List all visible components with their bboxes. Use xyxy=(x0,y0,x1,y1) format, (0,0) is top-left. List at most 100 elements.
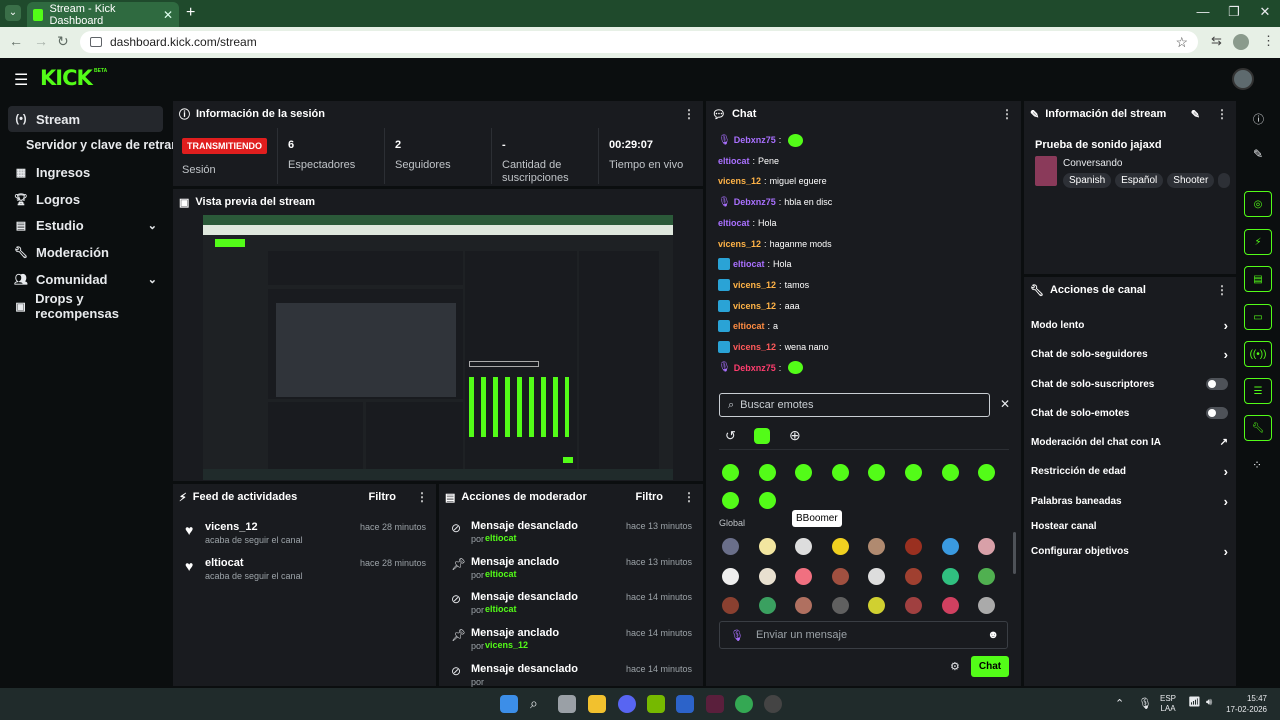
chat-username[interactable]: Debxnz75 xyxy=(734,135,776,145)
emote-item[interactable] xyxy=(722,464,739,481)
rail-broadcast-icon[interactable]: ((•)) xyxy=(1244,341,1272,367)
emote-item[interactable] xyxy=(831,538,849,555)
emote-item[interactable] xyxy=(722,492,739,509)
emote-item[interactable] xyxy=(941,597,959,614)
tag[interactable]: Spanish xyxy=(1063,173,1112,188)
sidebar-item-stream[interactable]: (•) Stream xyxy=(8,106,163,132)
chat-username[interactable]: vicens_12 xyxy=(733,301,776,311)
chat-message-input[interactable]: 🎙︎ Enviar un mensaje ☻ xyxy=(719,621,1008,649)
chat-username[interactable]: vicens_12 xyxy=(718,176,761,186)
address-bar[interactable]: dashboard.kick.com/stream ☆ xyxy=(80,31,1198,53)
close-window-icon[interactable]: ✕ xyxy=(1250,4,1280,20)
channel-action-row[interactable]: Chat de solo-seguidores › xyxy=(1031,345,1228,363)
info-icon[interactable]: ⓘ xyxy=(1253,111,1264,127)
hamburger-menu-icon[interactable]: ☰ xyxy=(14,70,28,90)
close-icon[interactable]: ✕ xyxy=(1000,397,1010,411)
wifi-icon[interactable]: 📶︎ xyxy=(1188,697,1201,708)
tag[interactable]: Español xyxy=(1115,173,1164,188)
obs-icon[interactable] xyxy=(764,695,782,713)
windows-start-icon[interactable] xyxy=(500,695,518,713)
chat-send-button[interactable]: Chat xyxy=(971,656,1009,677)
channel-action-row[interactable]: Hostear canal xyxy=(1031,517,1228,535)
emote-scrollbar[interactable] xyxy=(1013,532,1016,574)
language-indicator[interactable]: ESP LAA xyxy=(1160,694,1176,714)
activity-user[interactable]: vicens_12 xyxy=(205,521,258,533)
maximize-icon[interactable]: ❐ xyxy=(1219,4,1249,20)
kebab-menu-icon[interactable]: ⋮ xyxy=(683,490,695,504)
microphone-tray-icon[interactable]: 🎙︎ xyxy=(1138,697,1152,710)
modaction-user[interactable]: vicens_12 xyxy=(485,640,528,650)
tab-close-icon[interactable]: ✕ xyxy=(163,8,173,22)
new-tab-icon[interactable]: + xyxy=(186,4,195,22)
emote-item[interactable] xyxy=(831,464,849,481)
emote-item[interactable] xyxy=(905,568,922,585)
channel-action-row[interactable]: Chat de solo-suscriptores xyxy=(1031,375,1228,393)
emote-item[interactable] xyxy=(905,597,922,614)
kebab-menu-icon[interactable]: ⋮ xyxy=(416,490,428,504)
channel-action-row[interactable]: Configurar objetivos › xyxy=(1031,542,1228,560)
kebab-menu-icon[interactable]: ⋮ xyxy=(683,107,695,121)
profile-avatar[interactable] xyxy=(1233,34,1249,50)
channel-action-row[interactable]: Modo lento › xyxy=(1031,316,1228,334)
stream-preview-video[interactable] xyxy=(203,215,673,480)
kebab-menu-icon[interactable]: ⋮ xyxy=(1216,107,1228,121)
reload-icon[interactable]: ↻ xyxy=(57,33,69,50)
emote-item[interactable] xyxy=(722,597,739,614)
channel-action-row[interactable]: Moderación del chat con IA ↗ xyxy=(1031,433,1228,451)
back-icon[interactable]: ← xyxy=(9,33,23,49)
chat-username[interactable]: eltiocat xyxy=(718,156,750,166)
edit-icon[interactable]: ✎ xyxy=(1191,108,1200,121)
browser-menu-icon[interactable]: ⋮ xyxy=(1262,33,1275,49)
discord-icon[interactable] xyxy=(618,695,636,713)
channel-action-row[interactable]: Palabras baneadas › xyxy=(1031,492,1228,510)
emote-search-input[interactable]: ⌕ Buscar emotes xyxy=(719,393,990,417)
forward-icon[interactable]: → xyxy=(34,33,48,49)
minimize-icon[interactable]: — xyxy=(1188,4,1218,19)
sidebar-item-ingresos[interactable]: ▦ Ingresos xyxy=(8,159,163,185)
kick-emotes-tab-icon[interactable] xyxy=(754,428,770,444)
category-name[interactable]: Conversando xyxy=(1063,158,1122,169)
site-info-icon[interactable] xyxy=(90,37,102,47)
taskbar-search-icon[interactable]: ⌕ xyxy=(530,695,538,712)
global-emotes-tab-icon[interactable]: ⊕ xyxy=(789,427,801,444)
task-view-icon[interactable] xyxy=(558,695,576,713)
chat-username[interactable]: Debxnz75 xyxy=(734,197,776,207)
emote-item[interactable] xyxy=(905,538,922,555)
emote-item[interactable] xyxy=(905,464,922,481)
emote-item[interactable] xyxy=(758,597,776,614)
volume-icon[interactable]: 🔊︎ xyxy=(1206,697,1212,708)
toggle-switch[interactable] xyxy=(1206,378,1228,390)
rail-document-icon[interactable]: ▤ xyxy=(1244,266,1272,292)
sidebar-item-server-key[interactable]: Servidor y clave de retransm xyxy=(20,132,175,158)
rail-list-icon[interactable]: ☰ xyxy=(1244,378,1272,404)
emoji-icon[interactable]: ☻ xyxy=(987,629,999,641)
tag[interactable] xyxy=(1218,173,1230,188)
tab-search-icon[interactable]: ⌄ xyxy=(5,5,21,21)
rail-bolt-icon[interactable]: ⚡︎ xyxy=(1244,229,1272,255)
kebab-menu-icon[interactable]: ⋮ xyxy=(1001,107,1013,121)
edit-layout-icon[interactable]: ✎ xyxy=(1253,147,1263,161)
chat-username[interactable]: Debxnz75 xyxy=(734,363,776,373)
chat-username[interactable]: vicens_12 xyxy=(733,342,776,352)
rail-capture-icon[interactable]: ◎ xyxy=(1244,191,1272,217)
emote-item[interactable] xyxy=(758,492,776,509)
emote-item[interactable] xyxy=(758,464,776,481)
emote-item[interactable] xyxy=(941,538,959,555)
chat-settings-gear-icon[interactable]: ⚙ xyxy=(950,660,960,673)
channel-action-row[interactable]: Restricción de edad › xyxy=(1031,462,1228,480)
chat-username[interactable]: eltiocat xyxy=(718,218,750,228)
roblox-icon[interactable] xyxy=(676,695,694,713)
kick-logo[interactable]: KICK xyxy=(40,66,93,90)
chrome-icon[interactable] xyxy=(735,695,753,713)
app-icon[interactable] xyxy=(706,695,724,713)
tray-chevron-icon[interactable]: ⌃ xyxy=(1115,697,1124,710)
emote-item[interactable] xyxy=(941,464,959,481)
tag[interactable]: Shooter xyxy=(1167,173,1215,188)
rail-chat-icon[interactable]: ▭ xyxy=(1244,304,1272,330)
user-avatar[interactable] xyxy=(1232,68,1254,90)
emote-item[interactable] xyxy=(758,568,776,585)
sidebar-item-moderacion[interactable]: 🔧︎ Moderación xyxy=(8,239,163,265)
modaction-user[interactable]: eltiocat xyxy=(485,569,517,579)
sidebar-item-drops[interactable]: ▣ Drops y recompensas xyxy=(8,291,163,321)
channel-action-row[interactable]: Chat de solo-emotes xyxy=(1031,404,1228,422)
